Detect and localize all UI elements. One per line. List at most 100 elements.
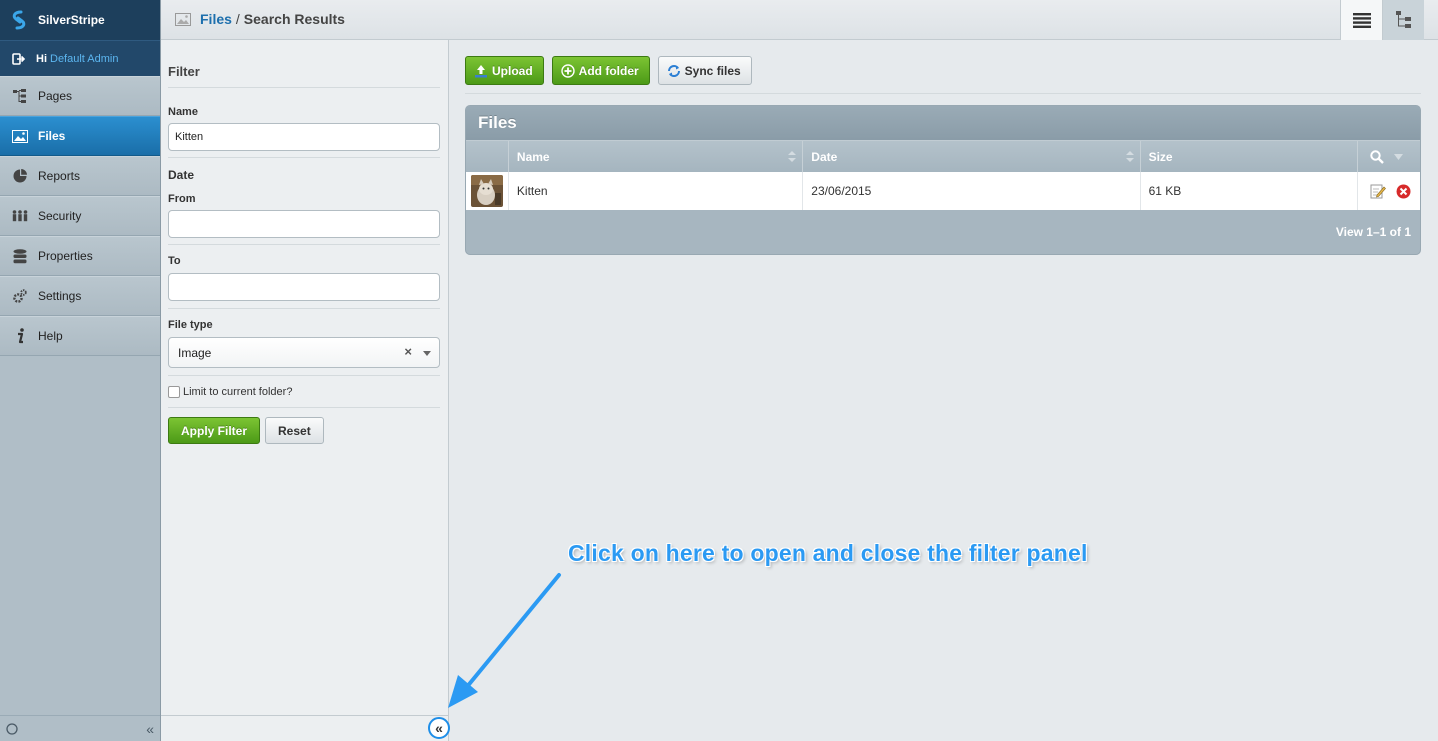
add-icon [560,63,575,78]
filetype-select[interactable]: Image × [168,337,440,368]
filter-title: Filter [168,40,440,88]
filetype-label: File type [168,319,213,331]
filter-panel-toggle-button[interactable]: « [428,717,450,739]
brand-name: SilverStripe [38,13,105,27]
cell-date: 23/06/2015 [803,172,1141,210]
add-folder-button[interactable]: Add folder [551,56,650,85]
apply-filter-button[interactable]: Apply Filter [168,417,261,444]
nav-item-help[interactable]: Help [0,316,160,356]
nav-item-reports[interactable]: Reports [0,156,160,196]
annotation-callout-text: Click on here to open and close the filt… [568,540,1088,566]
column-header-label: Name [516,149,550,164]
database-icon [12,248,28,264]
column-header-label: Date [811,149,838,164]
nav-footer: « [0,715,160,741]
nav-item-properties[interactable]: Properties [0,236,160,276]
loading-indicator-icon [6,722,18,735]
annotation-arrow-icon [448,573,561,708]
chevron-down-icon[interactable] [1394,153,1404,160]
date-to-input[interactable] [168,273,440,301]
name-input[interactable] [168,123,440,151]
grid-pagination: View 1–1 of 1 [1335,225,1411,239]
breadcrumb: Files / Search Results [175,11,345,27]
row-actions [1358,172,1420,210]
filter-panel-footer [161,715,449,741]
date-label: Date [168,168,195,182]
breadcrumb-files-link[interactable]: Files [200,11,232,27]
files-gridfield: Files Name Date Size Kitten 23/06/2015 6… [465,105,1421,255]
from-label: From [168,193,196,205]
tree-view-button[interactable] [1382,0,1424,40]
limit-folder-label: Limit to current folder? [183,386,293,398]
column-header-size: Size [1141,141,1359,172]
nav-item-label: Pages [38,89,73,103]
nav-item-label: Properties [38,249,93,263]
users-icon [12,208,28,224]
thumbnail-column-header [466,141,509,172]
delete-icon[interactable] [1396,184,1411,199]
silverstripe-logo-icon [12,10,26,30]
sync-files-label: Sync files [684,63,741,78]
to-label: To [168,255,181,267]
column-header-date[interactable]: Date [803,141,1141,172]
image-icon [12,128,28,144]
tree-view-icon [1395,11,1411,28]
info-icon [12,328,28,344]
toolbar: Upload Add folder Sync files [465,56,752,85]
main-navigation: SilverStripe Hi Default Admin Pages File… [0,0,161,741]
user-profile-link[interactable]: Default Admin [50,53,118,65]
table-row[interactable]: Kitten 23/06/2015 61 KB [466,172,1420,210]
nav-item-pages[interactable]: Pages [0,76,160,116]
logout-icon[interactable] [12,52,26,66]
reset-filter-button[interactable]: Reset [265,417,324,444]
pie-chart-icon [12,168,28,184]
nav-item-files[interactable]: Files [0,116,160,156]
clear-selection-icon[interactable]: × [404,344,412,359]
content-header: Files / Search Results [161,0,1438,40]
kitten-thumbnail-image [471,175,503,207]
upload-icon [475,64,487,77]
cell-name: Kitten [509,172,804,210]
date-from-input[interactable] [168,210,440,238]
user-bar: Hi Default Admin [0,40,160,76]
nav-item-label: Help [38,329,63,343]
gear-icon [12,288,28,304]
add-folder-label: Add folder [578,63,639,78]
name-label: Name [168,106,198,118]
column-header-label: Size [1148,149,1173,164]
nav-item-security[interactable]: Security [0,196,160,236]
list-view-icon [1352,13,1371,28]
limit-folder-checkbox[interactable] [168,386,180,398]
brand-bar[interactable]: SilverStripe [0,0,160,40]
chevron-down-icon[interactable] [423,351,431,356]
column-header-name[interactable]: Name [509,141,804,172]
cell-size: 61 KB [1141,172,1359,210]
image-icon [175,12,191,26]
sync-files-button[interactable]: Sync files [657,56,752,85]
grid-header-row: Name Date Size [466,140,1420,172]
nav-item-settings[interactable]: Settings [0,276,160,316]
sort-arrows-icon[interactable] [788,151,797,163]
sort-arrows-icon[interactable] [1125,151,1134,163]
grid-search-toggle[interactable] [1358,141,1420,172]
upload-label: Upload [492,63,533,78]
filter-panel: Filter Name Date From To File type Image… [161,40,450,741]
breadcrumb-separator: / [235,11,240,27]
nav-item-label: Reports [38,169,81,183]
sitetree-icon [12,88,28,104]
sync-icon [667,64,680,77]
list-view-button[interactable] [1340,0,1382,40]
filetype-selected-value: Image [178,345,212,360]
nav-collapse-button[interactable]: « [146,721,154,737]
limit-folder-row[interactable]: Limit to current folder? [168,386,440,398]
grid-title: Files [466,106,1420,140]
toolbar-divider [465,93,1421,94]
nav-item-label: Settings [38,289,82,303]
edit-icon[interactable] [1370,183,1387,199]
upload-button[interactable]: Upload [465,56,544,85]
thumbnail-cell [466,172,509,210]
greeting: Hi [36,52,47,65]
search-icon[interactable] [1370,149,1384,164]
nav-item-label: Security [38,209,82,223]
main-content: Upload Add folder Sync files Files Name … [449,40,1438,741]
